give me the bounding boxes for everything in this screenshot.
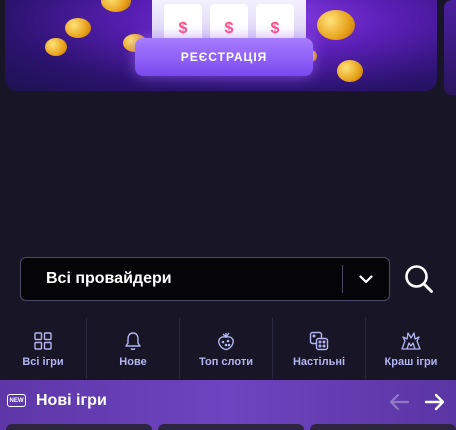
promo-banner[interactable]: $ $ $ РЕЄСТРАЦІЯ	[5, 0, 437, 91]
tab-label: Всі ігри	[22, 355, 64, 368]
game-thumbnails	[0, 424, 456, 430]
tab-table-games[interactable]: Настільні	[273, 318, 366, 379]
category-tabs: Всі ігри Нове Топ слоти Настільні Краш і…	[0, 318, 456, 379]
section-title: Нові ігри	[36, 392, 107, 409]
new-badge: NEW	[7, 394, 26, 407]
coin-decoration	[45, 38, 67, 56]
arrow-right-icon[interactable]	[424, 392, 446, 412]
tab-label: Нове	[119, 355, 147, 368]
tab-label: Настільні	[292, 355, 346, 368]
game-thumbnail[interactable]	[158, 424, 304, 430]
coin-decoration	[101, 0, 131, 12]
provider-select[interactable]: Всі провайдери	[20, 257, 390, 301]
provider-select-value: Всі провайдери	[46, 270, 172, 287]
tab-crash-games[interactable]: Краш ігри	[366, 318, 456, 379]
coin-decoration	[337, 60, 363, 82]
arrow-left-icon[interactable]	[388, 392, 410, 412]
chevron-down-icon[interactable]	[343, 257, 389, 301]
strawberry-icon	[215, 330, 237, 352]
casino-page: $ $ $ РЕЄСТРАЦІЯ Всі провайдери Всі ігри…	[0, 0, 456, 430]
explosion-icon	[400, 330, 422, 352]
coin-decoration	[317, 10, 355, 40]
search-icon[interactable]	[402, 262, 436, 296]
new-games-header: NEW Нові ігри	[0, 380, 456, 430]
game-thumbnail[interactable]	[6, 424, 152, 430]
tab-label: Топ слоти	[198, 355, 253, 368]
dice-icon	[308, 330, 330, 352]
grid-icon	[32, 330, 54, 352]
tab-new[interactable]: Нове	[87, 318, 180, 379]
game-thumbnail[interactable]	[310, 424, 456, 430]
next-banner-edge[interactable]	[444, 0, 456, 95]
tab-all-games[interactable]: Всі ігри	[0, 318, 87, 379]
tab-top-slots[interactable]: Топ слоти	[180, 318, 273, 379]
register-button[interactable]: РЕЄСТРАЦІЯ	[135, 38, 313, 76]
tab-label: Краш ігри	[384, 355, 438, 368]
coin-decoration	[65, 18, 91, 38]
bell-icon	[122, 330, 144, 352]
